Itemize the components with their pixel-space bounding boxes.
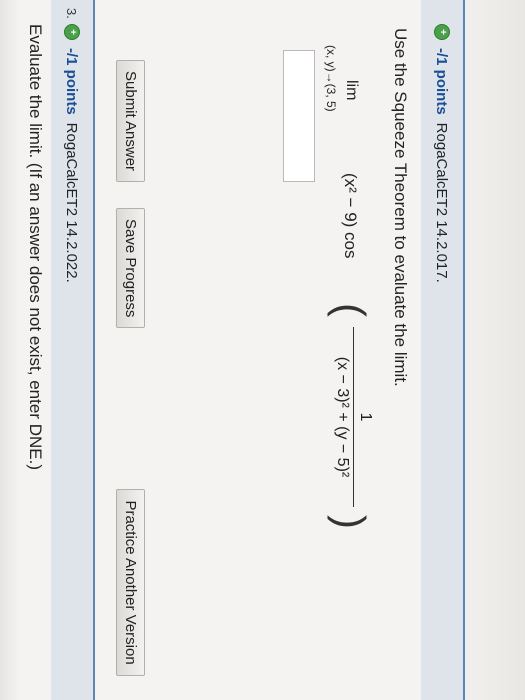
lim-subscript: (x, y)→(3, 5) <box>324 45 338 112</box>
plus-icon[interactable]: + <box>434 24 450 40</box>
page-margin <box>465 0 525 700</box>
left-paren: ( <box>327 303 374 317</box>
answer-input[interactable] <box>283 50 315 182</box>
question-code: RogaCalcET2 14.2.022. <box>63 122 81 283</box>
question-prompt: Use the Squeeze Theorem to evaluate the … <box>391 28 410 387</box>
button-row: Submit Answer Save Progress Practice Ano… <box>116 60 145 676</box>
submit-answer-button[interactable]: Submit Answer <box>116 60 145 183</box>
question-header-next: 3. + -/1 points RogaCalcET2 14.2.022. <box>51 0 95 700</box>
practice-another-version-button[interactable]: Practice Another Version <box>116 489 145 676</box>
fraction: 1 (x − 3)² + (y − 5)² <box>333 323 374 511</box>
question-header: + -/1 points RogaCalcET2 14.2.017. <box>421 0 465 700</box>
points-label: -/1 points <box>63 48 81 115</box>
lim-word: lim <box>343 80 360 101</box>
plus-icon[interactable]: + <box>64 24 80 40</box>
fraction-numerator: 1 <box>357 412 374 422</box>
webassign-page: + -/1 points RogaCalcET2 14.2.017. Use t… <box>0 0 525 700</box>
question-code: RogaCalcET2 14.2.017. <box>433 122 451 283</box>
question-prompt-next: Evaluate the limit. (If an answer does n… <box>26 24 45 470</box>
photo-shadow <box>0 0 20 700</box>
limit-factor: (x² − 9) cos <box>341 173 360 259</box>
save-progress-button[interactable]: Save Progress <box>116 208 145 329</box>
points-label: -/1 points <box>433 48 451 115</box>
fraction-denominator: (x − 3)² + (y − 5)² <box>334 356 351 478</box>
fraction-bar <box>353 327 354 507</box>
right-paren: ) <box>327 515 374 529</box>
question-number: 3. <box>64 8 80 19</box>
